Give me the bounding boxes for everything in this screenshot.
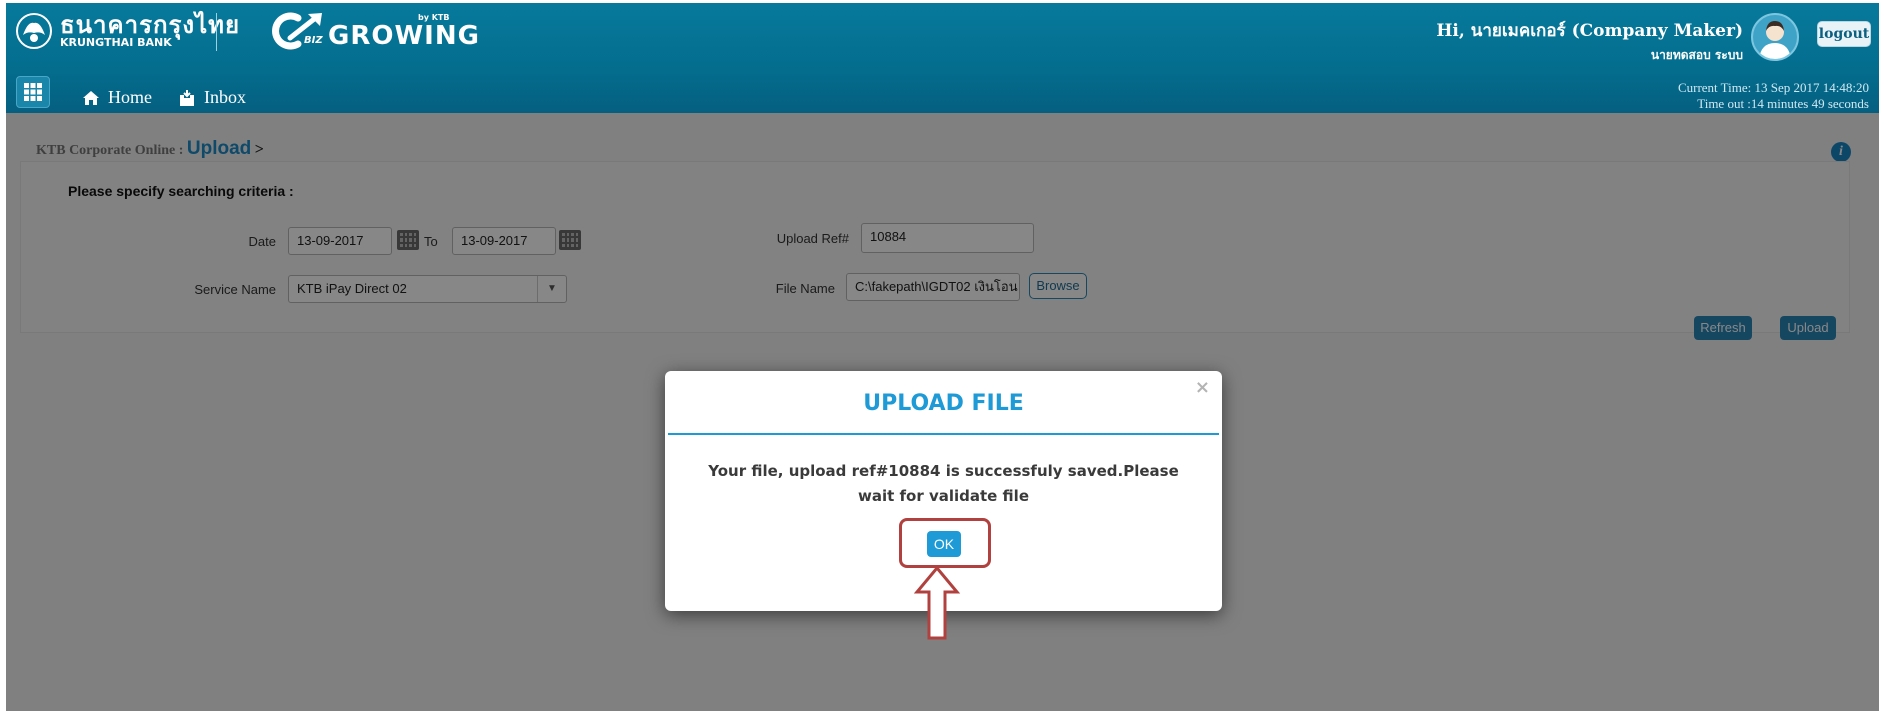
bank-name-th: ธนาคารกรุงไทย <box>60 10 241 39</box>
nav-home[interactable]: Home <box>82 87 152 108</box>
dialog-divider <box>668 433 1219 435</box>
timeout-text: Time out :14 minutes 49 seconds <box>1697 96 1869 111</box>
ktb-emblem-icon <box>16 13 52 49</box>
grid-icon <box>24 83 42 101</box>
ok-highlight-box <box>899 518 991 568</box>
nav-inbox-label: Inbox <box>204 87 246 107</box>
avatar[interactable] <box>1751 13 1799 61</box>
session-time-info: Current Time: 13 Sep 2017 14:48:20 Time … <box>1678 80 1869 112</box>
app-frame: ธนาคารกรุงไทย KRUNGTHAI BANK BIZ GROWING… <box>6 3 1879 711</box>
greeting-subname: นายทดสอบ ระบบ <box>1650 48 1743 62</box>
greeting-name: Hi, นายเมคเกอร์ (Company Maker) <box>1436 21 1743 41</box>
main-nav: Home Inbox <box>82 87 272 108</box>
nav-inbox[interactable]: Inbox <box>178 87 246 108</box>
nav-home-label: Home <box>108 87 152 107</box>
user-avatar-icon <box>1759 21 1791 59</box>
up-arrow-icon <box>914 565 960 640</box>
biz-label: BIZ <box>304 35 323 46</box>
by-ktb-label: by KTB <box>418 13 450 22</box>
dialog-title: UPLOAD FILE <box>863 391 1024 416</box>
biz-growing-logo[interactable]: BIZ GROWING by KTB <box>268 9 480 51</box>
ktb-logo[interactable]: ธนาคารกรุงไทย KRUNGTHAI BANK <box>14 11 240 51</box>
logo-divider <box>216 13 217 51</box>
bank-name-en: KRUNGTHAI BANK <box>60 35 172 49</box>
user-greeting: Hi, นายเมคเกอร์ (Company Maker) นายทดสอบ… <box>1436 17 1743 65</box>
inbox-icon <box>180 89 194 106</box>
top-header: ธนาคารกรุงไทย KRUNGTHAI BANK BIZ GROWING… <box>6 3 1879 113</box>
growing-label: GROWING <box>328 21 480 51</box>
dialog-message: Your file, upload ref#10884 is successfu… <box>708 462 1179 505</box>
current-time: Current Time: 13 Sep 2017 14:48:20 <box>1677 80 1869 95</box>
apps-grid-icon[interactable] <box>16 76 50 108</box>
logout-button[interactable]: logout <box>1817 21 1871 47</box>
home-icon <box>83 90 99 105</box>
